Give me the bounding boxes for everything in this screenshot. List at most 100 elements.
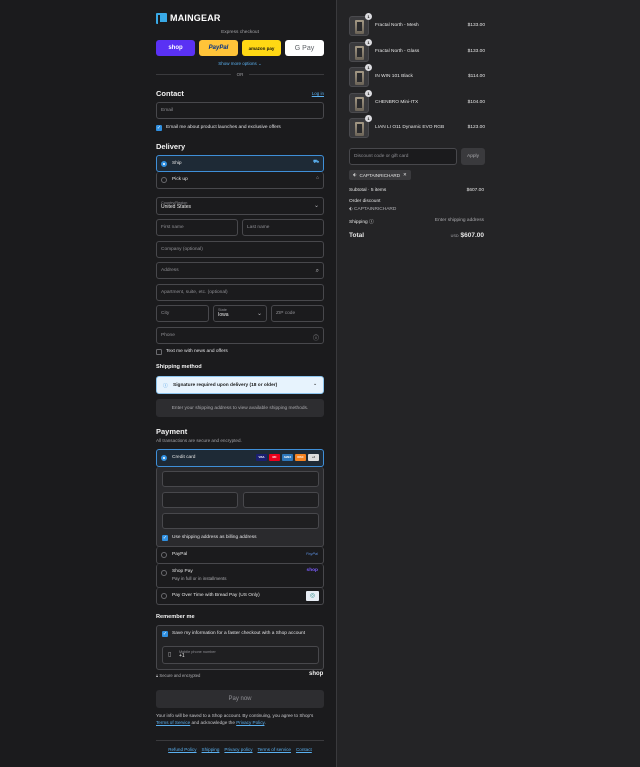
pay-now-button[interactable]: Pay now: [156, 690, 324, 708]
country-value: United States: [161, 204, 192, 211]
signature-notice-text: Signature required upon delivery (18 or …: [173, 383, 278, 388]
city-placeholder: City: [161, 311, 170, 316]
chevron-down-icon: ⌄: [312, 382, 317, 387]
contact-link[interactable]: Contact: [296, 747, 312, 752]
paypal-button[interactable]: PayPal: [199, 40, 238, 56]
privacy-policy-link[interactable]: Privacy policy: [224, 747, 252, 752]
text-optin-label: Text me with news and offers: [166, 349, 228, 354]
truck-icon: ⛟: [312, 160, 319, 165]
shop-pay-label: Shop Pay: [172, 569, 193, 574]
google-pay-button[interactable]: G Pay: [285, 40, 324, 56]
email-field[interactable]: Email: [156, 102, 324, 119]
tag-icon: ⬖: [349, 207, 353, 212]
paypal-radio[interactable]: [161, 552, 167, 558]
brand-logo[interactable]: MAINGEAR: [156, 12, 221, 24]
tag-icon: ⬖: [353, 172, 357, 177]
phone-placeholder: Phone: [161, 333, 175, 338]
remove-discount-icon[interactable]: ✕: [403, 172, 407, 178]
or-divider: OR: [156, 72, 324, 77]
terms-link[interactable]: Terms of Service: [156, 720, 190, 725]
company-field[interactable]: Company (optional): [156, 241, 324, 258]
chevron-down-icon: ⌄: [256, 311, 262, 317]
currency-label: USD: [450, 234, 459, 238]
first-name-field[interactable]: First name: [156, 219, 238, 236]
terms-of-service-link[interactable]: Terms of service: [258, 747, 291, 752]
amazon-pay-button[interactable]: amazon pay: [242, 40, 281, 56]
pickup-radio[interactable]: [161, 177, 167, 183]
mobile-phone-field[interactable]: Mobile phone number +1 ▯: [162, 646, 319, 664]
discount-tag: ⬖ CAPTAINRICHARD ✕: [349, 170, 411, 180]
remember-box: ✓ Save my information for a faster check…: [156, 625, 324, 670]
chevron-down-icon: ⌄: [313, 203, 319, 209]
help-icon[interactable]: ⓘ: [369, 220, 374, 225]
secure-encrypted: 🔒︎ Secure and encrypted: [156, 673, 200, 678]
card-logo-amex: AMEX: [282, 454, 293, 461]
footer-links: Refund Policy Shipping Privacy policy Te…: [156, 747, 324, 752]
maingear-logo-icon: [156, 12, 169, 24]
show-more-options[interactable]: Show more options ⌄: [156, 61, 324, 67]
ship-label: Ship: [172, 161, 182, 166]
discount-field[interactable]: Discount code or gift card: [349, 148, 457, 165]
legal-text-2: and acknowledge the: [191, 719, 235, 725]
country-select[interactable]: Country/Region United States ⌄: [156, 197, 324, 215]
save-info-checkbox[interactable]: ✓: [162, 631, 168, 637]
address-field[interactable]: Address ⌕: [156, 262, 324, 279]
text-optin-checkbox[interactable]: [156, 349, 162, 355]
shop-pay-option[interactable]: Shop Pay Pay in full or in installments …: [156, 564, 324, 588]
pickup-option[interactable]: Pick up ⌂: [156, 172, 324, 189]
signature-notice[interactable]: ⓘ Signature required upon delivery (18 o…: [156, 376, 324, 394]
product-price: $123.00: [467, 125, 485, 130]
express-checkout-title: Express checkout: [221, 30, 259, 35]
remember-me-title: Remember me: [156, 614, 195, 620]
zip-field[interactable]: ZIP code: [271, 305, 324, 322]
footer-divider: [156, 740, 324, 741]
card-number-field[interactable]: [162, 471, 319, 487]
discount-tag-code: CAPTAINRICHARD: [359, 172, 401, 178]
phone-field[interactable]: Phone ⓘ: [156, 327, 324, 344]
product-price: $133.00: [467, 23, 485, 28]
payment-subtitle: All transactions are secure and encrypte…: [156, 438, 242, 443]
zip-placeholder: ZIP code: [276, 311, 296, 316]
last-name-field[interactable]: Last name: [242, 219, 324, 236]
bread-pay-option[interactable]: Pay Over Time with Bread Pay (US Only) ◎: [156, 588, 324, 605]
shop-pay-radio[interactable]: [161, 570, 167, 576]
product-name: Fractal North - Mesh: [375, 23, 419, 28]
first-name-placeholder: First name: [161, 225, 184, 230]
refund-policy-link[interactable]: Refund Policy: [168, 747, 196, 752]
state-value: Iowa: [218, 311, 229, 318]
card-logo-disc: DISC: [295, 454, 306, 461]
ship-option[interactable]: Ship ⛟: [156, 155, 324, 172]
card-expiry-field[interactable]: [162, 492, 238, 508]
apartment-field[interactable]: Apartment, suite, etc. (optional): [156, 284, 324, 301]
login-link[interactable]: Log in: [312, 91, 324, 96]
quantity-badge: 1: [365, 64, 372, 71]
state-select[interactable]: State Iowa ⌄: [213, 305, 267, 322]
email-optin-checkbox[interactable]: ✓: [156, 125, 162, 131]
credit-card-radio[interactable]: [161, 455, 167, 461]
quantity-badge: 1: [365, 89, 372, 97]
chevron-down-icon: ⌄: [258, 61, 262, 66]
shop-pay-button[interactable]: shop: [156, 40, 195, 56]
product-price: $114.00: [468, 74, 485, 79]
ship-radio[interactable]: [161, 161, 167, 167]
search-icon: ⌕: [315, 268, 319, 274]
show-more-label: Show more options: [218, 61, 257, 66]
apply-button[interactable]: Apply: [461, 148, 485, 165]
product-price: $104.00: [467, 99, 485, 105]
help-icon[interactable]: ⓘ: [313, 333, 319, 342]
company-placeholder: Company (optional): [161, 247, 203, 252]
bread-pay-radio[interactable]: [161, 593, 167, 599]
shop-pay-logo: shop: [306, 568, 318, 573]
credit-card-option[interactable]: Credit card VISA MC AMEX DISC +3: [156, 449, 324, 467]
pickup-label: Pick up: [172, 177, 188, 182]
legal-text-1: Your info will be saved to a Shop accoun…: [156, 713, 314, 718]
city-field[interactable]: City: [156, 305, 209, 322]
email-placeholder: Email: [161, 108, 173, 113]
privacy-link[interactable]: Privacy Policy: [236, 720, 264, 725]
card-cvc-field[interactable]: [243, 492, 319, 508]
shipping-link[interactable]: Shipping: [202, 747, 220, 752]
billing-same-checkbox[interactable]: ✓: [162, 535, 168, 541]
checkout-main: MAINGEAR Express checkout shop PayPal am…: [0, 0, 336, 767]
card-name-field[interactable]: [162, 513, 319, 529]
paypal-option[interactable]: PayPal PayPal: [156, 547, 324, 564]
